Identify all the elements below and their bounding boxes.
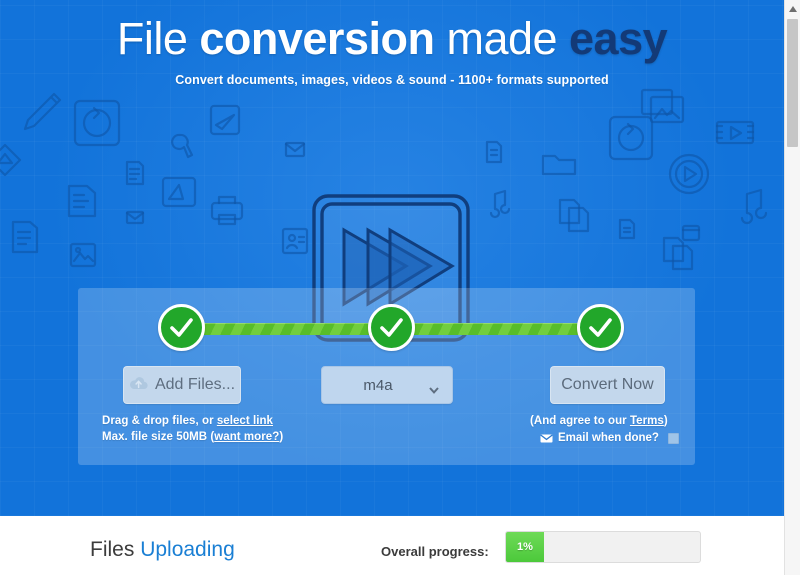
pencil-doodle-icon <box>23 92 62 131</box>
email-when-done-checkbox[interactable] <box>667 432 679 444</box>
files-label: Files <box>90 538 141 561</box>
files-status-text: Uploading <box>140 538 235 561</box>
play-circle-doodle-icon <box>668 153 710 195</box>
want-more-link[interactable]: want more? <box>214 431 279 443</box>
diamond-doodle-icon <box>0 143 22 177</box>
convert-now-label: Convert Now <box>561 376 654 393</box>
file-size-hint: Max. file size 50MB (want more?) <box>102 431 283 443</box>
file-size-suffix: ) <box>279 431 284 443</box>
folder-doodle-icon <box>541 154 577 176</box>
film-strip-doodle-icon <box>715 120 755 145</box>
share-box-doodle-icon <box>161 176 197 208</box>
envelope-doodle-icon-2 <box>284 141 306 158</box>
email-when-done-row: Email when done? <box>540 432 679 444</box>
mini-box-doodle-icon <box>681 224 701 242</box>
copy-documents-doodle-icon <box>558 198 590 233</box>
cloud-upload-icon <box>129 376 148 395</box>
drag-drop-hint: Drag & drop files, or select link <box>102 415 273 427</box>
scrollbar-thumb[interactable] <box>787 19 798 147</box>
refresh-square-doodle-icon <box>73 99 121 147</box>
small-document-doodle-icon <box>485 140 503 164</box>
refresh-square-doodle-icon-2 <box>608 115 654 161</box>
file-size-text: Max. file size 50MB ( <box>102 431 215 443</box>
page-subtitle: Convert documents, images, videos & soun… <box>175 73 609 87</box>
output-format-select[interactable]: m4amp3wavoggflacaacwma <box>321 366 453 404</box>
page-title: File conversion made easy <box>0 16 784 61</box>
terms-prefix-text: (And agree to our <box>530 415 630 427</box>
text-document-doodle-icon <box>67 184 97 218</box>
envelope-doodle-icon <box>125 210 145 225</box>
overall-progress-fill: 1% <box>506 532 544 562</box>
page-viewport: File conversion made easy Convert docume… <box>0 0 784 575</box>
overall-progress-bar: 1% <box>505 531 701 563</box>
headline-word-made: made <box>434 13 570 64</box>
hero-banner: File conversion made easy Convert docume… <box>0 0 784 516</box>
music-note-doodle-icon <box>489 189 511 219</box>
overall-progress-label: Overall progress: <box>381 544 489 559</box>
step-3-check-icon[interactable] <box>577 304 624 351</box>
mini-file-doodle-icon <box>618 218 636 240</box>
scroll-up-arrow-icon[interactable] <box>785 0 800 17</box>
overall-progress-percent: 1% <box>517 541 533 553</box>
step-2-check-icon[interactable] <box>368 304 415 351</box>
music-note-doodle-icon-2 <box>740 188 768 225</box>
step-progress-tracker <box>78 304 695 354</box>
image-doodle-icon <box>69 242 97 268</box>
wrench-doodle-icon <box>171 133 194 159</box>
add-files-label: Add Files... <box>154 376 236 393</box>
add-files-button[interactable]: Add Files... <box>123 366 241 404</box>
document-doodle-icon <box>125 160 145 186</box>
send-square-doodle-icon <box>209 104 241 136</box>
printer-doodle-icon <box>210 195 244 226</box>
list-document-doodle-icon <box>11 220 39 254</box>
drag-drop-text: Drag & drop files, or <box>102 415 217 427</box>
terms-hint: (And agree to our Terms) <box>530 415 668 427</box>
vertical-scrollbar[interactable] <box>784 0 800 575</box>
format-select-wrapper: m4amp3wavoggflacaacwma <box>321 366 453 404</box>
email-when-done-label: Email when done? <box>558 432 659 444</box>
headline-word-easy: easy <box>569 13 668 64</box>
headline-word-conversion: conversion <box>199 13 435 64</box>
headline-word-file: File <box>116 13 200 64</box>
step-1-check-icon[interactable] <box>158 304 205 351</box>
terms-suffix-text: ) <box>663 415 668 427</box>
select-link[interactable]: select link <box>217 415 273 427</box>
envelope-icon <box>540 433 553 443</box>
files-status-heading: Files Uploading <box>90 538 235 562</box>
convert-now-button[interactable]: Convert Now <box>550 366 665 404</box>
terms-link[interactable]: Terms <box>630 415 664 427</box>
converter-panel: Add Files... m4amp3wavoggflacaacwma Conv… <box>78 288 695 465</box>
doodle-icon-layer <box>0 88 784 342</box>
